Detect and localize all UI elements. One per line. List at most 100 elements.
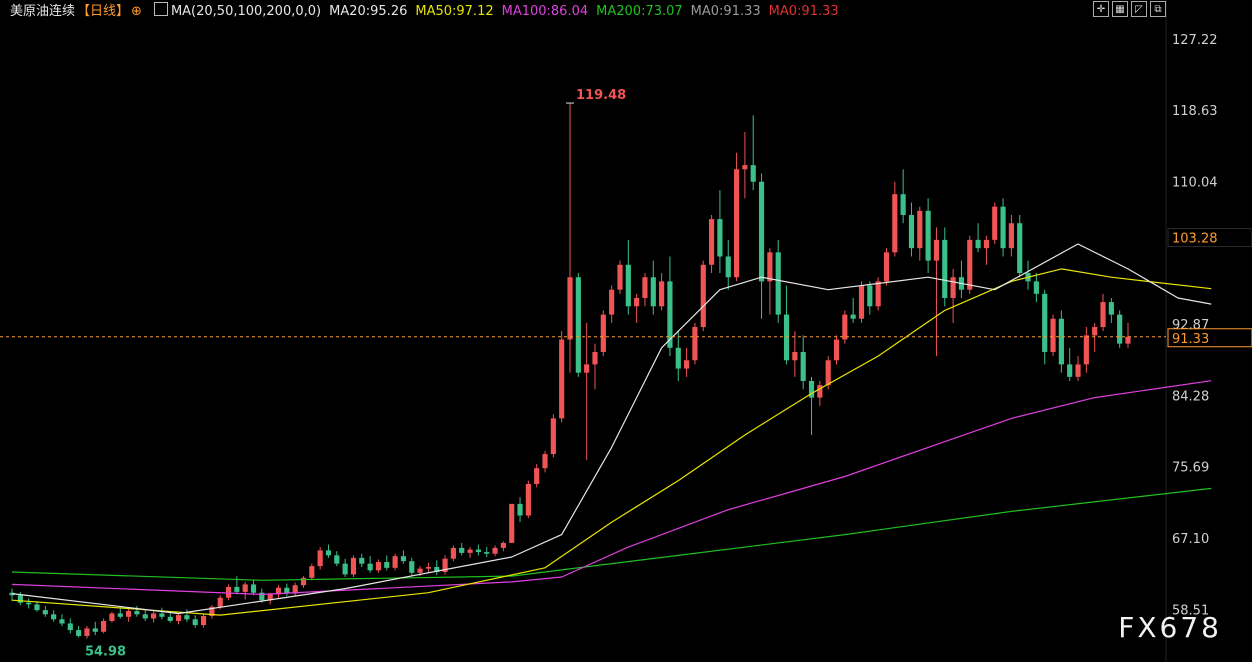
- candle-body: [800, 351, 806, 382]
- candle: [1067, 347, 1073, 382]
- y-tick-label: 84.28: [1172, 389, 1209, 404]
- candlestick-chart[interactable]: 127.22118.63110.04103.2892.8784.2875.696…: [0, 0, 1252, 662]
- candle-body: [334, 555, 340, 564]
- candle: [758, 173, 765, 319]
- candle: [684, 347, 690, 377]
- candle-body: [750, 165, 756, 182]
- candle: [384, 555, 390, 571]
- candle-body: [51, 614, 57, 620]
- candle-body: [242, 584, 248, 592]
- candle-body: [159, 613, 165, 617]
- candle-body: [850, 314, 856, 319]
- candle: [867, 281, 873, 315]
- candle: [842, 310, 848, 344]
- candle-body: [475, 549, 481, 553]
- candle-body: [300, 577, 307, 586]
- candle-body: [659, 281, 665, 307]
- candle: [350, 555, 357, 577]
- chart-header: 美原油连续 【日线】 ⊕ MA(20,50,100,200,0,0) MA20:95.2…: [0, 0, 1252, 24]
- candle-body: [775, 252, 781, 315]
- candle-body: [1058, 318, 1064, 365]
- candle: [325, 544, 332, 558]
- candle: [151, 610, 157, 623]
- candle: [800, 335, 806, 390]
- candle-body: [1125, 336, 1131, 344]
- candle: [300, 576, 307, 588]
- candle-body: [309, 566, 315, 578]
- candle: [309, 563, 315, 581]
- candle-body: [225, 586, 232, 598]
- y-tick-label: 127.22: [1172, 33, 1218, 48]
- candle: [317, 547, 323, 570]
- candle-body: [234, 586, 240, 592]
- candle: [700, 260, 706, 332]
- low-annotation: 54.98: [85, 645, 126, 660]
- candle-body: [42, 610, 48, 615]
- candle-body: [142, 614, 148, 619]
- candle: [692, 322, 698, 365]
- candle-body: [817, 385, 823, 398]
- candle-body: [484, 552, 490, 554]
- candle-body: [184, 615, 190, 620]
- candle-body: [767, 252, 773, 282]
- candle: [1042, 289, 1048, 365]
- highlight-tick-label: 103.28: [1172, 232, 1218, 247]
- candle: [634, 293, 640, 323]
- indicator-settings-icon[interactable]: [153, 2, 168, 16]
- grid-toolbar-icon[interactable]: ▦: [1112, 1, 1128, 17]
- candle-body: [925, 210, 931, 261]
- crosshair-circle-icon[interactable]: ⊕: [131, 4, 142, 19]
- candle: [908, 202, 915, 257]
- candle-body: [933, 239, 940, 261]
- timeframe-label[interactable]: 【日线】: [77, 4, 129, 19]
- candle: [858, 281, 865, 323]
- candle-body: [792, 351, 798, 361]
- candle: [525, 480, 531, 519]
- candle: [500, 541, 506, 552]
- candle-body: [1000, 206, 1006, 249]
- candle-body: [883, 252, 890, 282]
- candle: [42, 606, 48, 617]
- candle-body: [200, 615, 207, 626]
- candle-body: [567, 277, 573, 340]
- candle: [275, 585, 282, 598]
- candle-body: [117, 613, 123, 617]
- y-tick-label: 67.10: [1172, 532, 1209, 547]
- candle-body: [109, 613, 115, 621]
- candle: [425, 562, 431, 573]
- candle: [517, 497, 523, 523]
- candle: [833, 335, 840, 365]
- candle-body: [151, 613, 157, 619]
- candle: [950, 268, 956, 323]
- candle: [975, 223, 981, 253]
- candle: [992, 202, 998, 245]
- candle: [642, 273, 648, 307]
- candle: [808, 376, 815, 435]
- chart-toolbar-icon[interactable]: ◸: [1131, 1, 1147, 17]
- candle: [1125, 322, 1131, 348]
- candle: [250, 580, 257, 596]
- crosshair-toolbar-icon[interactable]: ✛: [1093, 1, 1109, 17]
- candle: [209, 605, 215, 619]
- candle: [484, 547, 490, 558]
- candle-body: [975, 239, 981, 249]
- candle-body: [1117, 314, 1123, 344]
- candle: [742, 131, 748, 199]
- candle: [101, 618, 107, 634]
- candle-body: [1042, 293, 1048, 352]
- candle: [1050, 314, 1056, 357]
- candle: [925, 198, 931, 274]
- candle-body: [942, 239, 948, 298]
- zoom-toolbar-icon[interactable]: ⧉: [1150, 1, 1166, 17]
- ma100-value: MA100:86.04: [501, 4, 589, 19]
- candle: [1008, 214, 1014, 257]
- candle: [400, 550, 407, 564]
- candle-body: [1092, 327, 1098, 336]
- candle-body: [450, 547, 456, 559]
- candle-body: [717, 219, 723, 257]
- candle-body: [359, 557, 365, 564]
- ma-params[interactable]: MA(20,50,100,200,0,0): [171, 4, 321, 19]
- candle-body: [584, 364, 590, 373]
- candle-body: [1033, 281, 1039, 294]
- candle-body: [575, 277, 581, 373]
